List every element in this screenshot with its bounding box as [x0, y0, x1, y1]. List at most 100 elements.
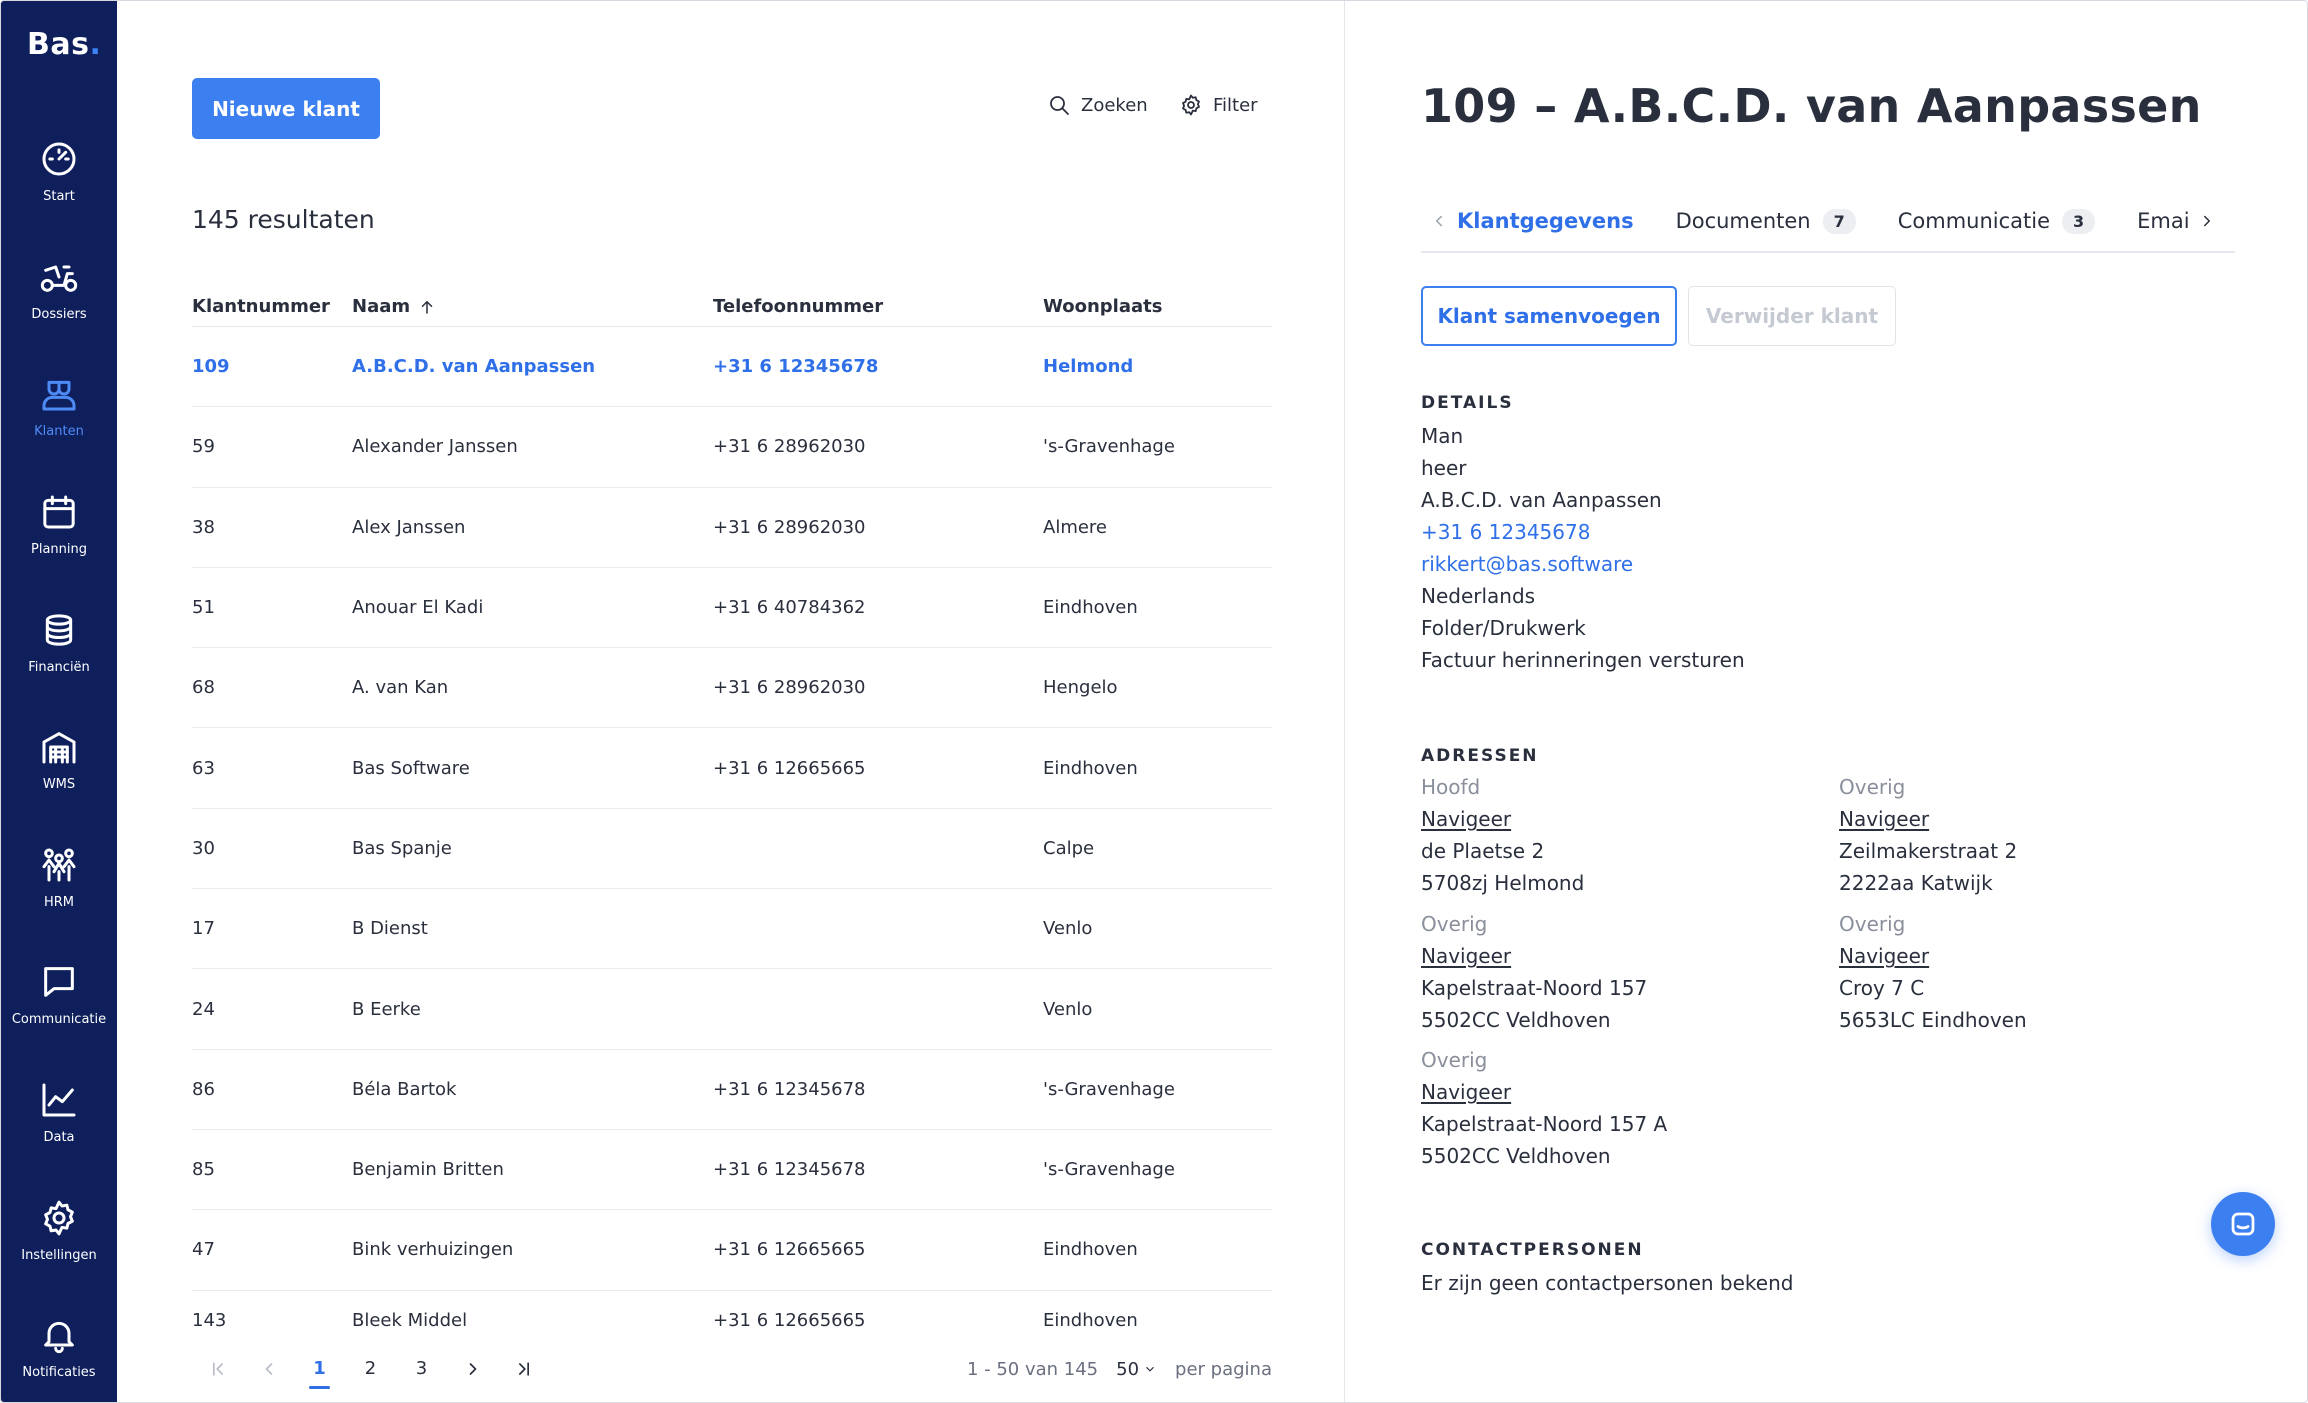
table-row[interactable]: 47 Bink verhuizingen +31 6 12665665 Eind… [192, 1210, 1272, 1291]
next-page-button[interactable] [447, 1351, 498, 1387]
sidebar-item-data[interactable]: Data [1, 1054, 117, 1172]
navigate-link[interactable]: Navigeer [1839, 940, 2027, 972]
previous-page-button[interactable] [243, 1351, 294, 1387]
cell-naam: Béla Bartok [352, 1078, 457, 1100]
table-row[interactable]: 63 Bas Software +31 6 12665665 Eindhoven [192, 728, 1272, 809]
table-row[interactable]: 86 Béla Bartok +31 6 12345678 's-Gravenh… [192, 1050, 1272, 1130]
column-header-klantnummer[interactable]: Klantnummer [192, 296, 352, 317]
last-page-button[interactable] [498, 1351, 549, 1387]
cell-naam: A. van Kan [352, 677, 449, 699]
email-link[interactable]: rikkert@bas.software [1421, 548, 1745, 580]
tab-email[interactable]: Emai [2137, 197, 2189, 251]
address-street: Kapelstraat-Noord 157 [1421, 976, 1648, 1000]
address-type: Overig [1839, 912, 1906, 936]
address-card: Overig Navigeer Croy 7 C 5653LC Eindhove… [1839, 908, 2027, 1036]
customers-icon [42, 381, 76, 411]
cell-naam: Bas Spanje [352, 837, 452, 859]
table-row[interactable]: 30 Bas Spanje Calpe [192, 809, 1272, 890]
sidebar-item-hrm[interactable]: HRM [1, 819, 117, 937]
page-button-1[interactable]: 1 [294, 1351, 345, 1389]
filter-label: Filter [1213, 94, 1258, 116]
table-row[interactable]: 51 Anouar El Kadi +31 6 40784362 Eindhov… [192, 568, 1272, 649]
cell-telefoonnummer: +31 6 28962030 [713, 516, 866, 538]
table-row[interactable]: 85 Benjamin Britten +31 6 12345678 's-Gr… [192, 1130, 1272, 1211]
logo-text: Bas [27, 27, 90, 62]
navigate-link[interactable]: Navigeer [1421, 1076, 1667, 1108]
cell-woonplaats: Eindhoven [1043, 1239, 1138, 1261]
tab-label: Klantgegevens [1457, 209, 1634, 233]
cell-klantnummer: 85 [192, 1159, 215, 1181]
sidebar-item-notificaties[interactable]: Notificaties [1, 1289, 117, 1402]
table-row[interactable]: 59 Alexander Janssen +31 6 28962030 's-G… [192, 407, 1272, 488]
tabs-scroll-left-button[interactable] [1421, 197, 1457, 245]
last-page-icon [518, 1362, 529, 1376]
per-page-value: 50 [1116, 1358, 1140, 1380]
phone-link[interactable]: +31 6 12345678 [1421, 516, 1745, 548]
cell-naam: B Dienst [352, 918, 428, 940]
first-page-button[interactable] [192, 1351, 243, 1387]
address-street: Croy 7 C [1839, 976, 1925, 1000]
sidebar-item-label: Planning [31, 542, 87, 558]
cell-klantnummer: 47 [192, 1239, 215, 1261]
per-page-select[interactable]: 50 [1116, 1359, 1157, 1380]
tab-documenten[interactable]: Documenten 7 [1676, 197, 1856, 251]
column-header-woonplaats[interactable]: Woonplaats [1043, 296, 1272, 317]
sidebar-nav: Start Dossiers Klanten Planning Financië… [1, 113, 117, 1402]
column-header-telefoonnummer[interactable]: Telefoonnummer [713, 296, 1043, 317]
sidebar-item-instellingen[interactable]: Instellingen [1, 1171, 117, 1289]
tabs-scroll-right-button[interactable] [2189, 197, 2225, 245]
tab-communicatie[interactable]: Communicatie 3 [1898, 197, 2096, 251]
cell-klantnummer: 143 [192, 1309, 227, 1331]
delete-customer-button[interactable]: Verwijder klant [1688, 286, 1896, 346]
search-button[interactable]: Zoeken [1047, 93, 1148, 117]
address-card: Overig Navigeer Kapelstraat-Noord 157 55… [1421, 908, 1647, 1036]
address-card: Overig Navigeer Zeilmakerstraat 2 2222aa… [1839, 771, 2017, 899]
table-row[interactable]: 38 Alex Janssen +31 6 28962030 Almere [192, 488, 1272, 568]
table-row[interactable]: 17 B Dienst Venlo [192, 889, 1272, 970]
chevron-left-icon [1436, 215, 1442, 227]
speedometer-icon [42, 142, 76, 176]
detail-salutation: heer [1421, 456, 1467, 480]
pager-info: 1 - 50 van 145 50 per pagina [967, 1351, 1272, 1387]
address-street: Zeilmakerstraat 2 [1839, 839, 2018, 863]
table-row[interactable]: 24 B Eerke Venlo [192, 969, 1272, 1050]
column-header-naam[interactable]: Naam [352, 296, 713, 317]
sidebar-item-wms[interactable]: WMS [1, 701, 117, 819]
sidebar-item-financien[interactable]: Financiën [1, 583, 117, 701]
sidebar-item-planning[interactable]: Planning [1, 466, 117, 584]
addresses-heading: ADRESSEN [1421, 746, 1539, 766]
gear-icon [1182, 94, 1200, 116]
chat-bubble-icon [2231, 1212, 2255, 1236]
navigate-link[interactable]: Navigeer [1421, 940, 1647, 972]
address-city: 5653LC Eindhoven [1839, 1008, 2027, 1032]
sidebar-item-dossiers[interactable]: Dossiers [1, 231, 117, 349]
people-icon [42, 848, 76, 882]
chat-support-button[interactable] [2211, 1192, 2275, 1256]
cell-klantnummer: 109 [192, 356, 230, 378]
table-row[interactable]: 109 A.B.C.D. van Aanpassen +31 6 1234567… [192, 327, 1272, 408]
cell-naam: Alex Janssen [352, 516, 466, 538]
table-row[interactable]: 143 Bleek Middel +31 6 12665665 Eindhove… [192, 1291, 1272, 1331]
sidebar-item-klanten[interactable]: Klanten [1, 348, 117, 466]
cell-klantnummer: 30 [192, 837, 215, 859]
cell-klantnummer: 68 [192, 677, 215, 699]
table-header: Klantnummer Naam Telefoonnummer Woonplaa… [192, 287, 1272, 327]
merge-customer-button[interactable]: Klant samenvoegen [1421, 286, 1677, 346]
cell-naam: Bink verhuizingen [352, 1239, 514, 1261]
page-button-2[interactable]: 2 [345, 1351, 396, 1387]
customer-detail-panel: 109 – A.B.C.D. van Aanpassen Klantgegeve… [1345, 1, 2307, 1402]
count-badge: 3 [2062, 208, 2096, 234]
navigate-link[interactable]: Navigeer [1421, 803, 1584, 835]
sidebar-item-communicatie[interactable]: Communicatie [1, 936, 117, 1054]
tab-klantgegevens[interactable]: Klantgegevens [1457, 197, 1634, 251]
new-customer-button[interactable]: Nieuwe klant [192, 78, 380, 139]
count-badge: 7 [1822, 208, 1856, 234]
page-button-3[interactable]: 3 [396, 1351, 447, 1387]
table-row[interactable]: 68 A. van Kan +31 6 28962030 Hengelo [192, 648, 1272, 729]
address-card: Hoofd Navigeer de Plaetse 2 5708zj Helmo… [1421, 771, 1584, 899]
logo[interactable]: Bas. [27, 27, 101, 62]
app-window: Bas. Start Dossiers Klanten Planning Fin… [0, 0, 2308, 1403]
navigate-link[interactable]: Navigeer [1839, 803, 2017, 835]
sidebar-item-start[interactable]: Start [1, 113, 117, 231]
filter-button[interactable]: Filter [1179, 93, 1258, 117]
